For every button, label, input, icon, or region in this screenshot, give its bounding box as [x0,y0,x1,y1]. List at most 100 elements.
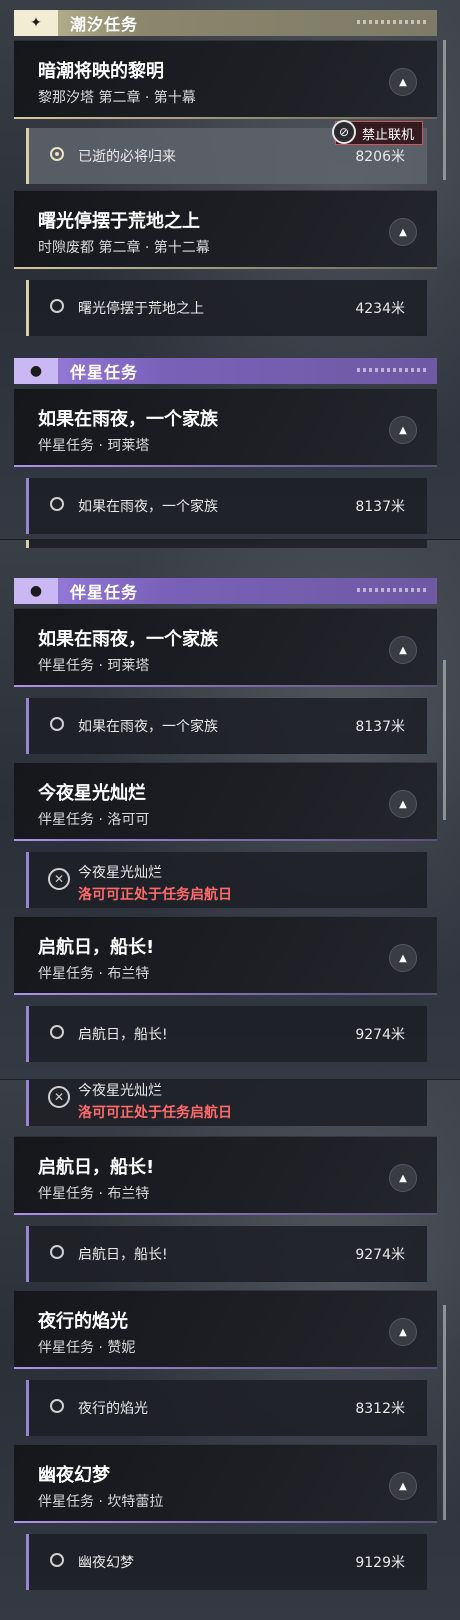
selected-radio-icon[interactable] [50,147,64,161]
objective-distance: 8312米 [355,1401,405,1417]
quest-subtitle: 伴星任务 · 坎特蕾拉 [38,1494,164,1510]
quest-card[interactable]: 启航日，船长! 伴星任务 · 布兰特 ▲ [14,916,437,995]
scrollbar[interactable] [443,1305,446,1520]
radio-icon[interactable] [50,299,64,313]
objective-bar [26,852,29,908]
quest-card[interactable]: 启航日，船长! 伴星任务 · 布兰特 ▲ [14,1136,437,1215]
quest-objective-blocked[interactable]: ✕ 今夜星光灿烂 洛可可正处于任务启航日 [26,1080,427,1126]
objective-label: 启航日，船长! [78,1247,168,1263]
quest-card[interactable]: 曙光停摆于荒地之上 时隙废都 第二章 · 第十二幕 ▲ [14,190,437,269]
objective-distance: 9274米 [355,1247,405,1263]
quest-objective[interactable]: 夜行的焰光 8312米 [26,1380,427,1436]
objective-bar [26,1380,29,1436]
header-decoration [357,20,427,24]
radio-icon[interactable] [50,497,64,511]
quest-title: 启航日，船长! [38,937,155,958]
card-underline [14,117,437,119]
card-underline [14,685,437,687]
objective-label: 曙光停摆于荒地之上 [78,301,204,317]
blocked-warning: 洛可可正处于任务启航日 [78,1105,232,1121]
objective-distance: 9129米 [355,1555,405,1571]
track-arrow-icon[interactable]: ▲ [389,1164,417,1192]
blocked-warning: 洛可可正处于任务启航日 [78,887,232,903]
track-arrow-icon[interactable]: ▲ [389,1318,417,1346]
objective-bar [26,1226,29,1282]
objective-distance: 8206米 [355,149,405,165]
quest-subtitle: 伴星任务 · 洛可可 [38,812,150,828]
person-icon: ● [14,358,58,384]
objective-label: 启航日，船长! [78,1027,168,1043]
quest-objective[interactable]: 如果在雨夜，一个家族 8137米 [26,698,427,754]
track-arrow-icon[interactable]: ▲ [389,944,417,972]
objective-bar [26,1080,29,1126]
person-icon: ● [14,578,58,604]
sparkle-icon: ✦ [14,10,58,36]
quest-objective[interactable]: 曙光停摆于荒地之上 4234米 [26,280,427,336]
section-title: 潮汐任务 [70,15,139,34]
section-title: 伴星任务 [70,363,139,382]
quest-objective-blocked[interactable]: ✕ 今夜星光灿烂 洛可可正处于任务启航日 [26,852,427,908]
radio-icon[interactable] [50,1245,64,1259]
objective-distance: 4234米 [355,301,405,317]
quest-panel-2: ● 伴星任务 如果在雨夜，一个家族 伴星任务 · 珂莱塔 ▲ 如果在雨夜，一个家… [0,540,460,1080]
header-decoration [357,588,427,592]
objective-label: 如果在雨夜，一个家族 [78,499,218,515]
quest-card[interactable]: 如果在雨夜，一个家族 伴星任务 · 珂莱塔 ▲ [14,388,437,467]
section-header-companion: ● 伴星任务 [14,578,437,604]
objective-distance: 9274米 [355,1027,405,1043]
track-arrow-icon[interactable]: ▲ [389,790,417,818]
quest-card[interactable]: 今夜星光灿烂 伴星任务 · 洛可可 ▲ [14,762,437,841]
quest-card[interactable]: 幽夜幻梦 伴星任务 · 坎特蕾拉 ▲ [14,1444,437,1523]
card-underline [14,993,437,995]
quest-title: 如果在雨夜，一个家族 [38,409,218,430]
objective-bar [26,128,29,184]
scrollbar[interactable] [443,40,446,180]
radio-icon[interactable] [50,717,64,731]
quest-card[interactable]: 如果在雨夜，一个家族 伴星任务 · 珂莱塔 ▲ [14,608,437,687]
quest-objective[interactable]: 幽夜幻梦 9129米 [26,1534,427,1590]
card-underline [14,465,437,467]
quest-subtitle: 伴星任务 · 赞妮 [38,1340,136,1356]
radio-icon[interactable] [50,1553,64,1567]
card-underline [14,1213,437,1215]
track-arrow-icon[interactable]: ▲ [389,68,417,96]
card-underline [14,1521,437,1523]
quest-objective[interactable]: 启航日，船长! 9274米 [26,1226,427,1282]
quest-title: 夜行的焰光 [38,1311,128,1332]
quest-subtitle: 伴星任务 · 珂莱塔 [38,438,150,454]
quest-subtitle: 伴星任务 · 布兰特 [38,1186,150,1202]
objective-bar [26,1534,29,1590]
radio-icon[interactable] [50,1399,64,1413]
track-arrow-icon[interactable]: ▲ [389,636,417,664]
track-arrow-icon[interactable]: ▲ [389,1472,417,1500]
card-underline [14,1367,437,1369]
quest-title: 暗潮将映的黎明 [38,61,164,82]
objective-bar [26,478,29,534]
card-underline [14,839,437,841]
blocked-icon: ✕ [48,1086,70,1108]
no-coop-badge: ⊘ 禁止联机 [332,120,424,145]
scrollbar[interactable] [443,660,446,820]
radio-icon[interactable] [50,1025,64,1039]
objective-label: 如果在雨夜，一个家族 [78,719,218,735]
quest-title: 曙光停摆于荒地之上 [38,211,200,232]
header-decoration [357,368,427,372]
quest-subtitle: 时隙废都 第二章 · 第十二幕 [38,240,210,256]
card-underline [14,267,437,269]
track-arrow-icon[interactable]: ▲ [389,218,417,246]
section-header-companion: ● 伴星任务 [14,358,437,384]
no-coop-icon: ⊘ [332,120,356,144]
quest-objective[interactable]: 如果在雨夜，一个家族 8137米 [26,478,427,534]
section-header-tide: ✦ 潮汐任务 [14,10,437,36]
section-title: 伴星任务 [70,583,139,602]
track-arrow-icon[interactable]: ▲ [389,416,417,444]
quest-card[interactable]: 夜行的焰光 伴星任务 · 赞妮 ▲ [14,1290,437,1369]
quest-panel-3: ✕ 今夜星光灿烂 洛可可正处于任务启航日 启航日，船长! 伴星任务 · 布兰特 … [0,1080,460,1620]
quest-card[interactable]: 暗潮将映的黎明 黎那汐塔 第二章 · 第十幕 ▲ [14,40,437,119]
quest-subtitle: 伴星任务 · 布兰特 [38,966,150,982]
quest-subtitle: 伴星任务 · 珂莱塔 [38,658,150,674]
objective-label: 幽夜幻梦 [78,1555,134,1571]
quest-objective[interactable]: 启航日，船长! 9274米 [26,1006,427,1062]
objective-bar [26,698,29,754]
blocked-icon: ✕ [48,868,70,890]
